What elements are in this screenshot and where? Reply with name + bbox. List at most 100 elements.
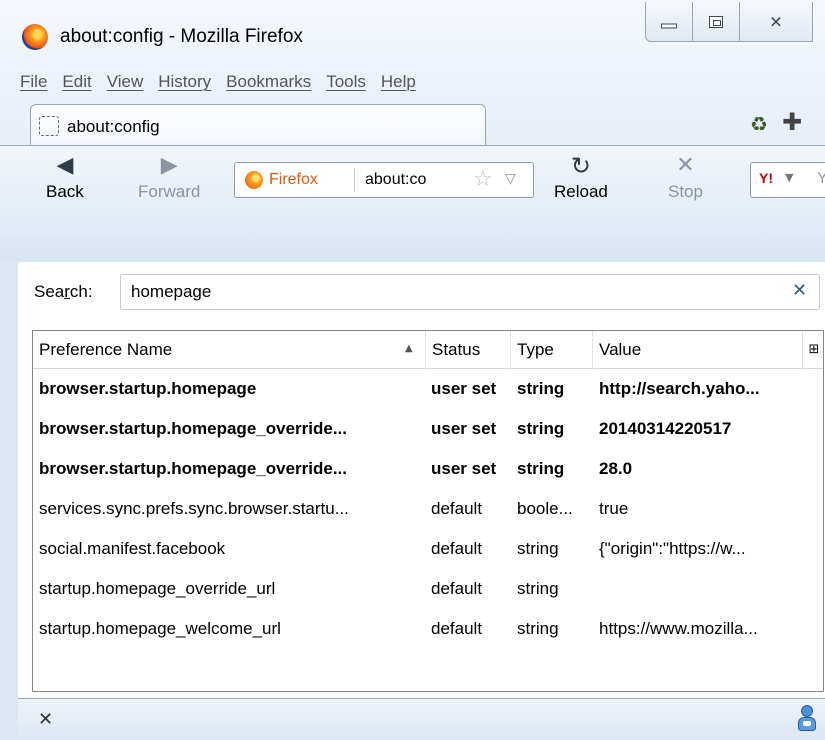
type-cell: string	[517, 619, 559, 638]
sort-ascending-icon: ▲	[405, 343, 413, 354]
window-title: about:config - Mozilla Firefox	[60, 26, 303, 47]
type-cell: string	[517, 379, 565, 398]
back-arrow-icon: ◀	[56, 153, 74, 178]
chevron-down-icon[interactable]: ▽	[505, 171, 516, 187]
tab-strip: about:config ♻ ✚	[0, 100, 825, 146]
status-cell: user set	[431, 379, 497, 398]
reload-button[interactable]: ↻ Reload	[554, 152, 608, 202]
type-cell: string	[517, 419, 565, 438]
addon-icon[interactable]	[798, 705, 816, 733]
stop-label: Stop	[668, 182, 703, 201]
search-label: Search:	[34, 282, 93, 301]
menu-edit[interactable]: Edit	[62, 72, 91, 92]
firefox-identity-icon	[245, 171, 263, 189]
value-cell: 28.0	[599, 459, 633, 478]
star-icon[interactable]: ☆	[473, 167, 493, 192]
type-cell: string	[517, 459, 565, 478]
search-input[interactable]	[120, 274, 820, 310]
about-config-page: Search: ✕ Preference Name ▲ Status Type …	[18, 262, 825, 740]
stop-button[interactable]: ✕ Stop	[668, 152, 703, 202]
title-bar: about:config - Mozilla Firefox ✕	[0, 0, 825, 64]
firefox-logo-icon	[22, 24, 48, 50]
navigation-toolbar: ◀ Back ▶ Forward Firefox about:co ☆ ▽ ↻ …	[0, 145, 825, 260]
close-icon: ✕	[769, 12, 783, 31]
preference-name-cell: browser.startup.homepage_override...	[39, 459, 347, 478]
url-text[interactable]: about:co	[365, 171, 426, 189]
status-cell: default	[431, 539, 483, 558]
status-cell: default	[431, 579, 483, 598]
blank-page-icon	[39, 116, 59, 136]
reload-icon: ↻	[570, 152, 591, 180]
table-row[interactable]: startup.homepage_override_url default stri…	[33, 569, 823, 609]
status-cell: default	[431, 619, 483, 638]
menu-file[interactable]: File	[20, 72, 47, 92]
yahoo-engine-icon[interactable]: Y!	[759, 170, 773, 186]
menu-history[interactable]: History	[158, 72, 211, 92]
type-cell: boole...	[517, 499, 573, 518]
table-row[interactable]: startup.homepage_welcome_url default strin…	[33, 609, 823, 649]
back-label: Back	[46, 182, 84, 201]
search-placeholder: Y	[817, 170, 825, 187]
table-body: browser.startup.homepage user set string ht…	[33, 369, 823, 649]
preference-name-cell: startup.homepage_override_url	[39, 579, 276, 598]
value-cell: http://search.yaho...	[599, 379, 760, 398]
table-row[interactable]: browser.startup.homepage_override... user…	[33, 449, 823, 489]
status-cell: user set	[431, 459, 497, 478]
table-header: Preference Name ▲ Status Type Value ⊞	[33, 331, 823, 369]
tab-label: about:config	[67, 117, 160, 136]
minimize-button[interactable]	[645, 2, 693, 42]
filter-row: Search: ✕	[18, 262, 825, 320]
status-cell: user set	[431, 419, 497, 438]
reload-label: Reload	[554, 182, 608, 201]
column-header-name[interactable]: Preference Name	[33, 331, 426, 369]
table-row[interactable]: browser.startup.homepage user set string ht…	[33, 369, 823, 409]
preference-name-cell: services.sync.prefs.sync.browser.startu.…	[39, 499, 349, 518]
menu-view[interactable]: View	[107, 72, 144, 92]
menu-bookmarks[interactable]: Bookmarks	[226, 72, 311, 92]
tab-about-config[interactable]: about:config	[30, 104, 486, 146]
column-header-value[interactable]: Value	[593, 331, 803, 369]
column-header-status[interactable]: Status	[426, 331, 511, 369]
stop-icon: ✕	[676, 153, 695, 178]
forward-button[interactable]: ▶ Forward	[138, 152, 200, 202]
value-cell: true	[599, 499, 629, 518]
column-header-type[interactable]: Type	[511, 331, 593, 369]
back-button[interactable]: ◀ Back	[46, 152, 84, 202]
maximize-button[interactable]	[692, 2, 740, 42]
forward-label: Forward	[138, 182, 201, 201]
firefox-window: about:config - Mozilla Firefox ✕ File Ed…	[0, 0, 825, 740]
menu-bar: File Edit View History Bookmarks Tools H…	[20, 72, 431, 92]
url-bar[interactable]: Firefox about:co ☆ ▽	[234, 162, 534, 198]
table-row[interactable]: social.manifest.facebook default string {"o…	[33, 529, 823, 569]
close-button[interactable]: ✕	[739, 2, 813, 42]
preference-name-cell: browser.startup.homepage_override...	[39, 419, 347, 438]
preference-name-cell: startup.homepage_welcome_url	[39, 619, 281, 638]
maximize-icon	[709, 15, 723, 28]
engine-dropdown-icon[interactable]: ▼	[785, 171, 793, 184]
sync-icon[interactable]: ♻	[750, 112, 768, 136]
table-row[interactable]: browser.startup.homepage_override... user…	[33, 409, 823, 449]
value-cell: {"origin":"https://w...	[599, 539, 746, 558]
preference-name-cell: browser.startup.homepage	[39, 379, 257, 398]
status-cell: default	[431, 499, 483, 518]
preference-name-cell: social.manifest.facebook	[39, 539, 226, 558]
forward-arrow-icon: ▶	[160, 153, 178, 178]
column-picker-icon[interactable]: ⊞	[803, 331, 823, 369]
preferences-table[interactable]: Preference Name ▲ Status Type Value ⊞ br…	[32, 330, 824, 692]
menu-help[interactable]: Help	[381, 72, 416, 92]
url-separator	[354, 168, 355, 192]
find-bar: ✕	[18, 698, 825, 740]
clear-search-icon[interactable]: ✕	[792, 280, 807, 301]
window-controls: ✕	[645, 2, 813, 42]
type-cell: string	[517, 539, 559, 558]
minimize-icon	[661, 23, 677, 28]
table-row[interactable]: services.sync.prefs.sync.browser.startu.…	[33, 489, 823, 529]
close-findbar-icon[interactable]: ✕	[38, 709, 53, 730]
type-cell: string	[517, 579, 559, 598]
value-cell	[599, 569, 811, 609]
identity-label[interactable]: Firefox	[269, 171, 318, 189]
value-cell: https://www.mozilla...	[599, 619, 758, 638]
menu-tools[interactable]: Tools	[326, 72, 366, 92]
new-tab-icon[interactable]: ✚	[782, 108, 802, 136]
web-search-bar[interactable]: Y! ▼ Y	[750, 162, 825, 198]
